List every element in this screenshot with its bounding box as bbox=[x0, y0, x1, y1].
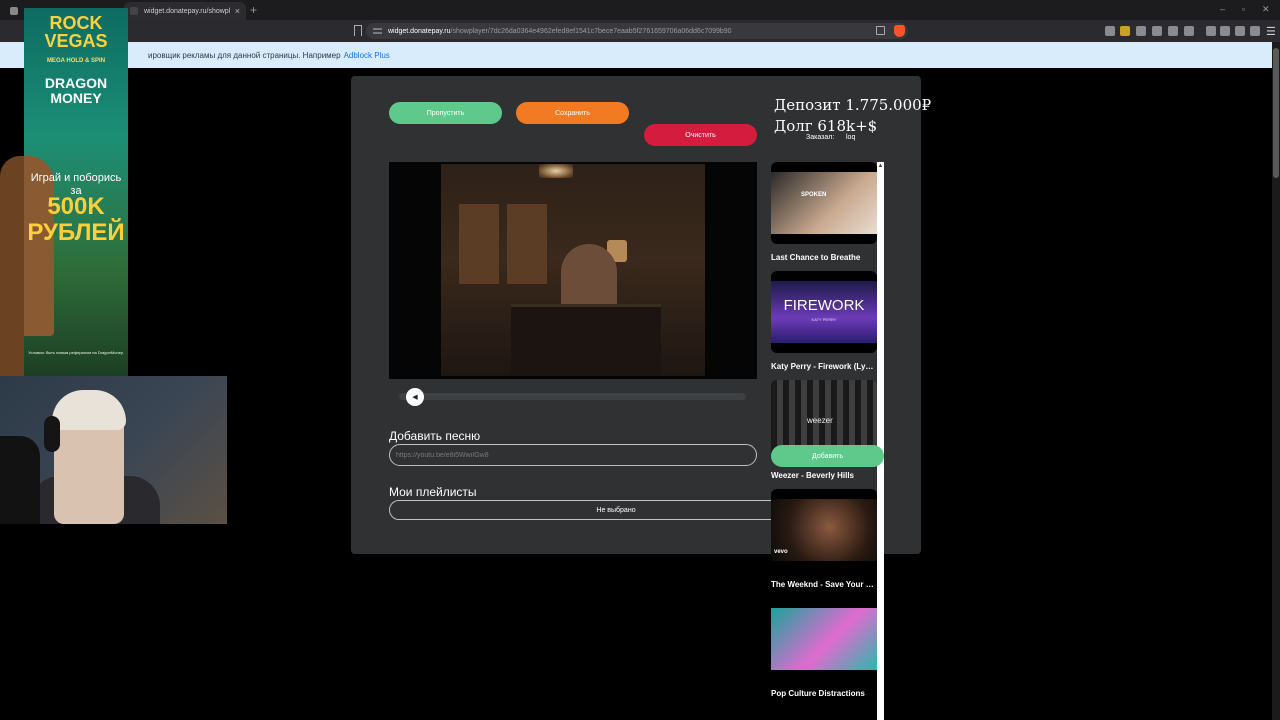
extension-icon[interactable] bbox=[1136, 26, 1146, 36]
thumbnail-text: vevo bbox=[774, 549, 788, 555]
extension-icon[interactable] bbox=[1184, 26, 1194, 36]
progress-track[interactable] bbox=[399, 393, 746, 400]
thumbnail-text: SPOKEN bbox=[801, 192, 827, 198]
playlists-label: Мои плейлисты bbox=[389, 485, 477, 499]
video-bed bbox=[511, 304, 661, 376]
menu-icon[interactable]: ☰ bbox=[1266, 25, 1276, 38]
microphone-icon bbox=[0, 436, 40, 524]
song-list[interactable]: SPOKEN Last Chance to Breathe FIREWORK K… bbox=[771, 162, 877, 720]
address-bar[interactable]: widget.donatepay.ru/showplayer/7dc26da03… bbox=[366, 23, 908, 39]
headset-icon bbox=[44, 416, 60, 452]
thumbnail-text: FIREWORK bbox=[783, 297, 865, 314]
song-title: Weezer - Beverly Hills bbox=[771, 471, 855, 480]
url-path: /showplayer/7dc26da0364e4962efed8ef1541c… bbox=[450, 27, 732, 35]
page-scrollbar-thumb[interactable] bbox=[1273, 48, 1279, 178]
thumbnail-text: weezer bbox=[807, 416, 833, 425]
video-window bbox=[507, 204, 547, 284]
new-tab-icon[interactable]: + bbox=[250, 3, 257, 17]
debt-overlay-text: Долг 618k+$ bbox=[774, 117, 878, 135]
site-settings-icon[interactable] bbox=[373, 27, 382, 35]
skip-button[interactable]: Пропустить bbox=[389, 102, 502, 124]
webcam-hair bbox=[52, 390, 126, 430]
adblock-notice-bar: ировщик рекламы для данной страницы. Нап… bbox=[0, 42, 1272, 68]
thumbnail-art bbox=[771, 608, 877, 670]
video-ceiling-lamp bbox=[539, 164, 573, 178]
ad-prize-text: 500K РУБЛЕЙ bbox=[27, 193, 125, 246]
media-icon[interactable] bbox=[1206, 26, 1216, 36]
song-thumbnail: vevo bbox=[771, 489, 877, 571]
bookmark-icon[interactable] bbox=[354, 25, 362, 36]
ordered-by-value: loq bbox=[846, 134, 856, 141]
tab-favicon-icon bbox=[130, 7, 138, 15]
playlist-selected-value: Не выбрано bbox=[596, 506, 636, 514]
clear-button[interactable]: Очистить bbox=[644, 124, 757, 146]
extension-icon[interactable] bbox=[1168, 26, 1178, 36]
video-window bbox=[459, 204, 499, 284]
thumbnail-subtext: KATY PERRY bbox=[811, 317, 837, 322]
brave-shields-icon[interactable] bbox=[894, 25, 905, 37]
ad-subtitle: MEGA HOLD & SPIN bbox=[46, 58, 106, 64]
ad-brand: DRAGON MONEY bbox=[44, 75, 108, 106]
extension-icon[interactable] bbox=[1152, 26, 1162, 36]
video-frame bbox=[441, 164, 705, 376]
adblock-plus-link[interactable]: Adblock Plus bbox=[344, 51, 390, 60]
song-title: Last Chance to Breathe bbox=[771, 253, 861, 262]
minimize-icon[interactable]: – bbox=[1220, 4, 1225, 14]
extension-icon[interactable] bbox=[1220, 26, 1230, 36]
ad-fine-print: Условия: быть новым рефералом на DragonM… bbox=[28, 350, 124, 355]
save-button[interactable]: Сохранить bbox=[516, 102, 629, 124]
add-song-label: Добавить песню bbox=[389, 429, 481, 443]
song-list-scrollbar[interactable] bbox=[877, 162, 884, 720]
add-song-button[interactable]: Добавить bbox=[771, 445, 884, 467]
thumbnail-art bbox=[771, 172, 877, 234]
song-title: The Weeknd - Save Your … bbox=[771, 580, 874, 589]
leo-icon[interactable] bbox=[1250, 26, 1260, 36]
song-thumbnail bbox=[771, 598, 877, 680]
song-title: Pop Culture Distractions bbox=[771, 689, 865, 698]
extension-icon[interactable] bbox=[1105, 26, 1115, 36]
scroll-up-icon[interactable]: ▲ bbox=[877, 162, 884, 170]
adblock-notice-text: ировщик рекламы для данной страницы. Нап… bbox=[148, 50, 341, 60]
rewind-icon: ◀ bbox=[412, 394, 418, 401]
url-domain: widget.donatepay.ru bbox=[388, 27, 451, 35]
tab-label: widget.donatepay.ru/showpl bbox=[144, 7, 231, 15]
sidebar-icon[interactable] bbox=[1235, 26, 1245, 36]
ordered-by-label: Заказал: bbox=[806, 134, 835, 141]
close-window-icon[interactable]: ✕ bbox=[1262, 4, 1270, 15]
deposit-overlay-text: Депозит 1.775.000₽ bbox=[774, 96, 932, 114]
restore-icon[interactable]: ▫ bbox=[1242, 4, 1245, 14]
ad-banner[interactable]: ROCK VEGAS MEGA HOLD & SPIN DRAGON MONEY… bbox=[24, 8, 128, 376]
extension-icon[interactable] bbox=[1120, 26, 1130, 36]
ad-title: ROCK VEGAS bbox=[44, 13, 108, 51]
tab-active[interactable]: widget.donatepay.ru/showpl × bbox=[124, 2, 246, 20]
song-thumbnail: SPOKEN bbox=[771, 162, 877, 244]
video-player[interactable] bbox=[389, 162, 757, 379]
tab-close-icon[interactable]: × bbox=[235, 6, 240, 16]
webcam-overlay bbox=[0, 376, 227, 524]
song-url-input[interactable] bbox=[389, 444, 757, 466]
tab-favicon-icon bbox=[10, 7, 18, 15]
progress-knob[interactable]: ◀ bbox=[405, 388, 424, 406]
song-title: Katy Perry - Firework (Ly… bbox=[771, 362, 874, 371]
share-icon[interactable] bbox=[876, 26, 885, 35]
song-thumbnail: FIREWORK KATY PERRY bbox=[771, 271, 877, 353]
